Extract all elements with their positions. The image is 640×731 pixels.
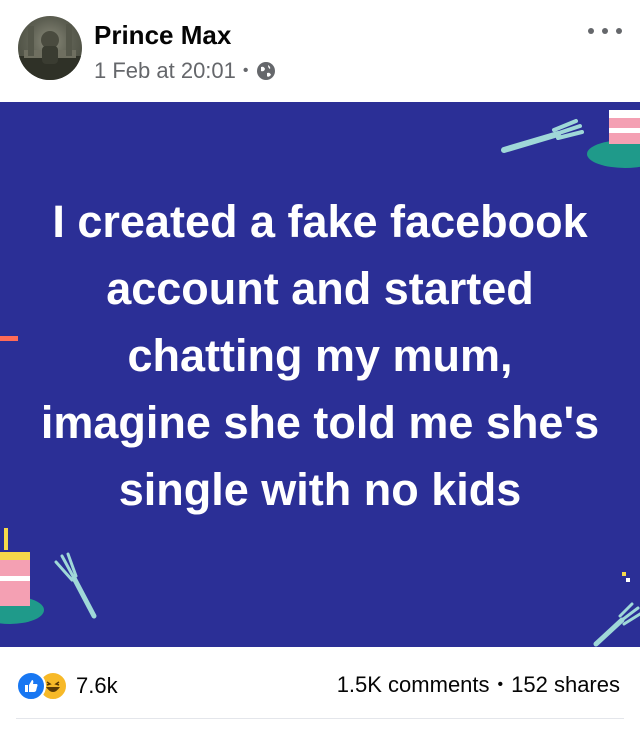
fork-icon [54,552,97,619]
post-text: I created a fake facebook account and st… [40,196,600,515]
reactions-summary[interactable]: 7.6k [16,671,118,701]
post-stats: 1.5K comments • 152 shares [337,672,620,698]
post-meta: 1 Feb at 20:01 • [94,58,276,84]
post-background: I created a fake facebook account and st… [0,102,640,647]
stats-separator: • [497,676,504,693]
cake-plate-icon [0,528,44,624]
post-date[interactable]: 1 Feb at 20:01 [94,58,236,84]
globe-icon [256,61,276,81]
dot-icon [616,28,622,34]
post-footer: 7.6k 1.5K comments • 152 shares [0,647,640,731]
cake-plate-icon [587,110,640,168]
comments-count[interactable]: 1.5K comments [337,672,490,698]
post-header: Prince Max 1 Feb at 20:01 • [0,0,640,102]
candle-icon [0,336,18,341]
divider [16,718,624,719]
author-name[interactable]: Prince Max [94,20,231,51]
reaction-count: 7.6k [76,673,118,698]
shares-count[interactable]: 152 shares [511,672,620,698]
confetti-icon [622,572,630,582]
more-options-button[interactable] [588,24,622,38]
avatar[interactable] [18,16,82,80]
fork-icon [501,119,584,153]
like-icon [16,671,46,701]
dot-icon [602,28,608,34]
fork-icon [593,602,640,647]
dot-icon [588,28,594,34]
meta-separator: • [242,62,249,79]
